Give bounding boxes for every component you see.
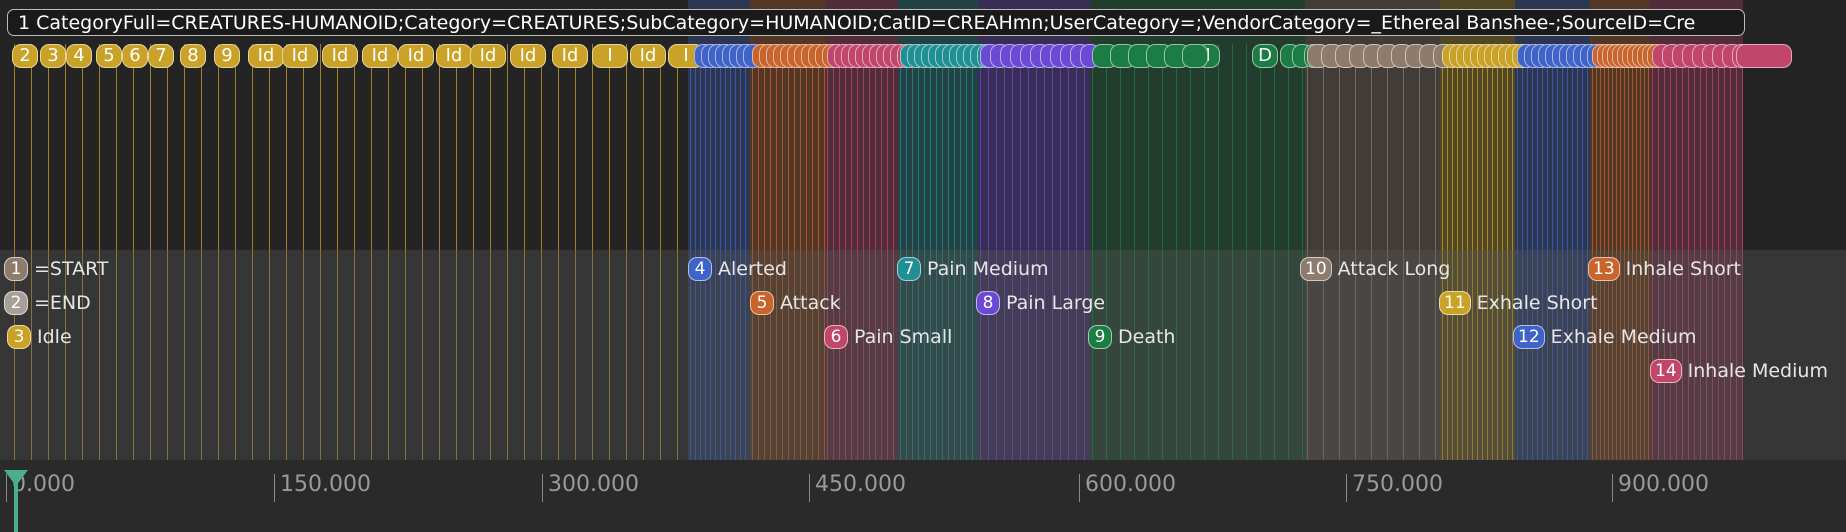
- legend-index-badge: 11: [1439, 291, 1471, 315]
- region-marker-chip[interactable]: [1182, 44, 1208, 68]
- legend-entry[interactable]: 12 Exhale Medium: [1513, 324, 1697, 350]
- legend-index-badge: 8: [976, 291, 1000, 315]
- legend-label: Attack: [780, 292, 841, 314]
- region-marker-chip[interactable]: Id: [552, 44, 588, 68]
- legend-entry[interactable]: 2 =END: [4, 290, 91, 316]
- legend-label: Alerted: [718, 258, 787, 280]
- region-marker-chip[interactable]: 4: [66, 44, 92, 68]
- region-marker-chip[interactable]: Id: [398, 44, 434, 68]
- legend-label: Pain Large: [1006, 292, 1106, 314]
- legend-label: Inhale Medium: [1687, 360, 1828, 382]
- legend-label: Pain Small: [854, 326, 953, 348]
- region-marker-chip[interactable]: Id: [630, 44, 666, 68]
- region-marker-chip[interactable]: 6: [122, 44, 148, 68]
- region-marker-chip[interactable]: Id: [470, 44, 506, 68]
- file-metadata-text: CategoryFull=CREATURES-HUMANOID;Category…: [36, 11, 1696, 34]
- region-marker-chip[interactable]: 5: [96, 44, 122, 68]
- legend-index-badge: 7: [897, 257, 921, 281]
- legend-label: =START: [34, 258, 109, 280]
- legend-index-badge: 1: [4, 257, 28, 281]
- legend-label: Attack Long: [1337, 258, 1451, 280]
- region-marker-chip[interactable]: 8: [180, 44, 206, 68]
- ruler-tick: [1346, 474, 1347, 502]
- ruler-tick: [1612, 474, 1613, 502]
- region-marker-chip[interactable]: Id: [362, 44, 398, 68]
- legend-index-badge: 5: [750, 291, 774, 315]
- region-marker-chip[interactable]: Id: [510, 44, 546, 68]
- region-timeline-window: 1 CategoryFull=CREATURES-HUMANOID;Catego…: [0, 0, 1846, 532]
- ruler-time-label: 300.000: [548, 472, 639, 497]
- legend-index-badge: 10: [1300, 257, 1332, 281]
- ruler-time-label: 900.000: [1618, 472, 1709, 497]
- region-marker-chip[interactable]: 9: [214, 44, 240, 68]
- legend-index-badge: 9: [1088, 325, 1112, 349]
- legend-label: Exhale Medium: [1550, 326, 1697, 348]
- ruler-time-label: 750.000: [1352, 472, 1443, 497]
- legend-entry[interactable]: 14 Inhale Medium: [1650, 358, 1828, 384]
- region-marker-chip[interactable]: 7: [148, 44, 174, 68]
- time-ruler[interactable]: [0, 460, 1846, 532]
- legend-index-badge: 3: [7, 325, 31, 349]
- playhead-icon[interactable]: [4, 470, 28, 532]
- ruler-time-label: 600.000: [1085, 472, 1176, 497]
- legend-entry[interactable]: 3 Idle: [7, 324, 72, 350]
- legend-entry[interactable]: 1 =START: [4, 256, 109, 282]
- legend-label: Death: [1118, 326, 1176, 348]
- region-marker-chip[interactable]: I: [592, 44, 628, 68]
- legend-index-badge: 12: [1513, 325, 1545, 349]
- ruler-time-label: 150.000: [280, 472, 371, 497]
- legend-label: Inhale Short: [1625, 258, 1741, 280]
- legend-index-badge: 6: [824, 325, 848, 349]
- legend-label: Pain Medium: [927, 258, 1049, 280]
- legend-entry[interactable]: 8 Pain Large: [976, 290, 1105, 316]
- legend-entry[interactable]: 9 Death: [1088, 324, 1175, 350]
- legend-label: =END: [34, 292, 91, 314]
- legend-entry[interactable]: 11 Exhale Short: [1439, 290, 1598, 316]
- legend-index-badge: 13: [1588, 257, 1620, 281]
- legend-index-badge: 4: [688, 257, 712, 281]
- legend-entry[interactable]: 13 Inhale Short: [1588, 256, 1741, 282]
- ruler-tick: [542, 474, 543, 502]
- region-marker-chip[interactable]: 2: [12, 44, 38, 68]
- legend-entry[interactable]: 5 Attack: [750, 290, 841, 316]
- region-marker-chip[interactable]: [1736, 44, 1792, 68]
- ruler-time-label: 450.000: [815, 472, 906, 497]
- region-marker-chip[interactable]: Id: [436, 44, 472, 68]
- legend-index-badge: 14: [1650, 359, 1682, 383]
- region-marker-chip[interactable]: Id: [282, 44, 318, 68]
- region-marker-chip[interactable]: Id: [322, 44, 358, 68]
- region-marker-chip[interactable]: 3: [40, 44, 66, 68]
- legend-entry[interactable]: 7 Pain Medium: [897, 256, 1049, 282]
- region-marker-chip[interactable]: Id: [248, 44, 284, 68]
- file-metadata-bar[interactable]: 1 CategoryFull=CREATURES-HUMANOID;Catego…: [7, 9, 1745, 36]
- ruler-tick: [274, 474, 275, 502]
- ruler-tick: [1079, 474, 1080, 502]
- file-index: 1: [18, 11, 31, 34]
- legend-entry[interactable]: 4 Alerted: [688, 256, 787, 282]
- region-marker-chip[interactable]: D: [1252, 44, 1278, 68]
- legend-label: Exhale Short: [1476, 292, 1598, 314]
- legend-entry[interactable]: 6 Pain Small: [824, 324, 952, 350]
- legend-label: Idle: [37, 326, 72, 348]
- ruler-tick: [809, 474, 810, 502]
- legend-entry[interactable]: 10 Attack Long: [1300, 256, 1450, 282]
- legend-index-badge: 2: [4, 291, 28, 315]
